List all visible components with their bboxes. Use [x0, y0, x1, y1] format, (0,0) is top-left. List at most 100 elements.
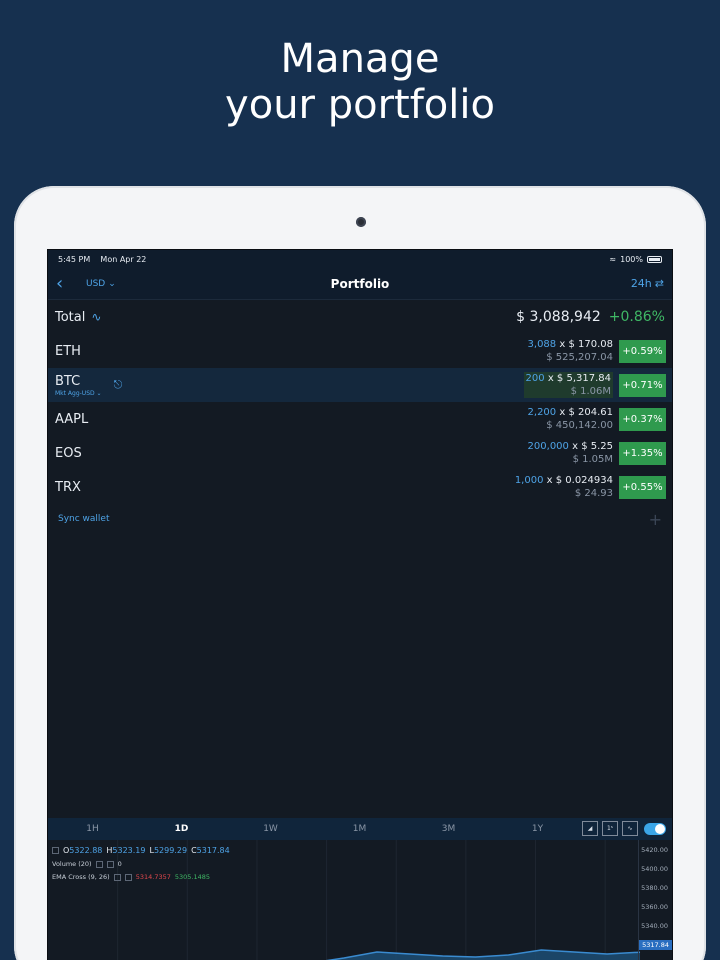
price-chart[interactable]: O5322.88 H5323.19 L5299.29 C5317.84 Volu…	[48, 840, 672, 960]
timeframe-1d[interactable]: 1D	[137, 824, 226, 834]
settings-icon[interactable]	[95, 860, 103, 868]
timeframe-3m[interactable]: 3M	[404, 824, 493, 834]
volume-label: Volume (20)	[52, 860, 92, 868]
last-price-label: 5317.84	[639, 940, 672, 950]
ema-slow-value: 5305.1485	[174, 873, 211, 881]
y-tick: 5360.00	[641, 903, 668, 911]
currency-label: USD	[86, 278, 106, 289]
asset-values: 200,000 x $ 5.25 $ 1.05M	[528, 440, 613, 466]
market-label: Mkt Agg-USD	[55, 389, 95, 397]
timeframe-1h[interactable]: 1H	[48, 824, 137, 834]
timeframe-1w[interactable]: 1W	[226, 824, 315, 834]
battery-icon	[647, 255, 662, 263]
asset-right: 200 x $ 5,317.84 $ 1.06M +0.71%	[523, 372, 666, 398]
ohlc-readout: O5322.88 H5323.19 L5299.29 C5317.84	[52, 846, 230, 855]
y-tick: 5380.00	[641, 884, 668, 892]
asset-name: ETH	[55, 344, 81, 359]
indicator-icon[interactable]: ∿	[622, 821, 638, 836]
asset-total: $ 24.93	[574, 488, 613, 499]
timeframe-1y[interactable]: 1Y	[493, 824, 582, 834]
asset-right: 200,000 x $ 5.25 $ 1.05M +1.35%	[528, 440, 666, 466]
asset-qty: 200	[525, 373, 545, 384]
chart-svg	[117, 840, 641, 960]
settings-icon[interactable]	[113, 873, 121, 881]
interval-button[interactable]: 1ˢ	[602, 821, 618, 836]
close-value: 5317.84	[196, 846, 230, 855]
ema-label: EMA Cross (9, 26)	[52, 873, 110, 881]
status-time-date: 5:45 PM Mon Apr 22	[58, 255, 146, 264]
wifi-icon: ≈	[609, 254, 617, 264]
total-change: +0.86%	[608, 309, 665, 325]
close-icon[interactable]	[124, 873, 132, 881]
change-badge[interactable]: +0.71%	[619, 373, 666, 397]
timeframe-1m[interactable]: 1M	[315, 824, 404, 834]
y-tick: 5420.00	[641, 846, 668, 854]
sync-row: Sync wallet +	[48, 504, 672, 534]
nav-bar: ‹ USD ⌄ Portfolio 24h ⇄	[48, 268, 672, 300]
asset-price: x $ 5,317.84	[547, 373, 611, 384]
close-icon[interactable]	[106, 860, 114, 868]
asset-values: 2,200 x $ 204.61 $ 450,142.00	[528, 406, 613, 432]
asset-symbol: BTC	[55, 373, 81, 389]
volume-value: 0	[117, 860, 122, 868]
asset-row-trx[interactable]: TRX 1,000 x $ 0.024934 $ 24.93 +0.55%	[48, 470, 672, 504]
open-value: 5322.88	[69, 846, 103, 855]
asset-right: 1,000 x $ 0.024934 $ 24.93 +0.55%	[515, 474, 666, 500]
high-value: 5323.19	[112, 846, 146, 855]
camera-icon	[356, 217, 366, 227]
status-bar: 5:45 PM Mon Apr 22 ≈ 100%	[48, 250, 672, 268]
page-title: Portfolio	[330, 276, 390, 291]
asset-right: 3,088 x $ 170.08 $ 525,207.04 +0.59%	[528, 338, 666, 364]
asset-symbol: TRX	[55, 479, 81, 495]
asset-price: x $ 5.25	[572, 441, 613, 452]
asset-row-eth[interactable]: ETH 3,088 x $ 170.08 $ 525,207.04 +0.59%	[48, 334, 672, 368]
chart-tools: ◢ 1ˢ ∿	[582, 821, 666, 836]
period-toggle[interactable]: 24h ⇄	[631, 277, 664, 290]
promo-headline: Manage your portfolio	[0, 36, 720, 128]
asset-total: $ 1.05M	[572, 454, 613, 465]
battery-percent: 100%	[620, 254, 643, 264]
change-badge[interactable]: +1.35%	[619, 441, 666, 465]
market-selector[interactable]: Mkt Agg-USD ⌄	[55, 390, 102, 397]
volume-indicator: Volume (20) 0	[52, 860, 122, 868]
asset-row-btc[interactable]: BTC Mkt Agg-USD ⌄ ⎋ 200 x $ 5,317.84 $ 1…	[48, 368, 672, 402]
total-value: $ 3,088,942	[516, 309, 601, 325]
asset-symbol: AAPL	[55, 411, 89, 427]
low-value: 5299.29	[153, 846, 188, 855]
change-badge[interactable]: +0.37%	[619, 407, 666, 431]
asset-symbol: EOS	[55, 445, 82, 461]
asset-total: $ 450,142.00	[546, 420, 613, 431]
asset-symbol: ETH	[55, 343, 81, 359]
asset-qty: 3,088	[527, 339, 557, 350]
back-chevron-icon[interactable]: ‹	[56, 273, 74, 294]
status-time: 5:45 PM	[58, 254, 91, 264]
asset-price: x $ 204.61	[559, 407, 613, 418]
asset-total: $ 1.06M	[570, 386, 611, 397]
app-screen: 5:45 PM Mon Apr 22 ≈ 100% ‹ USD ⌄ Portfo…	[47, 249, 673, 960]
headline-line-1: Manage	[280, 36, 440, 82]
asset-name: BTC Mkt Agg-USD ⌄	[55, 374, 102, 397]
asset-price: x $ 0.024934	[546, 475, 613, 486]
ema-indicator: EMA Cross (9, 26) 5314.7357 5305.1485	[52, 873, 210, 881]
y-tick: 5340.00	[641, 922, 668, 930]
asset-row-aapl[interactable]: AAPL 2,200 x $ 204.61 $ 450,142.00 +0.37…	[48, 402, 672, 436]
asset-row-eos[interactable]: EOS 200,000 x $ 5.25 $ 1.05M +1.35%	[48, 436, 672, 470]
asset-qty: 2,200	[527, 407, 557, 418]
timeframe-bar: 1H 1D 1W 1M 3M 1Y ◢ 1ˢ ∿	[48, 818, 672, 840]
ema-fast-value: 5314.7357	[135, 873, 171, 881]
asset-price: x $ 170.08	[559, 339, 613, 350]
add-icon[interactable]: +	[649, 510, 662, 529]
asset-qty: 200,000	[527, 441, 569, 452]
change-badge[interactable]: +0.59%	[619, 339, 666, 363]
chart-toggle[interactable]	[644, 822, 666, 835]
total-label-group: Total ∿	[55, 310, 101, 325]
bell-icon[interactable]: ⎋	[114, 378, 123, 392]
status-date: Mon Apr 22	[100, 254, 147, 264]
area-chart-icon[interactable]: ◢	[582, 821, 598, 836]
collapse-icon[interactable]	[52, 847, 59, 854]
currency-selector[interactable]: USD ⌄	[86, 279, 116, 289]
change-badge[interactable]: +0.55%	[619, 475, 666, 499]
sync-wallet-link[interactable]: Sync wallet	[58, 514, 110, 524]
line-chart-icon[interactable]: ∿	[91, 310, 101, 324]
period-label: 24h	[630, 277, 652, 290]
